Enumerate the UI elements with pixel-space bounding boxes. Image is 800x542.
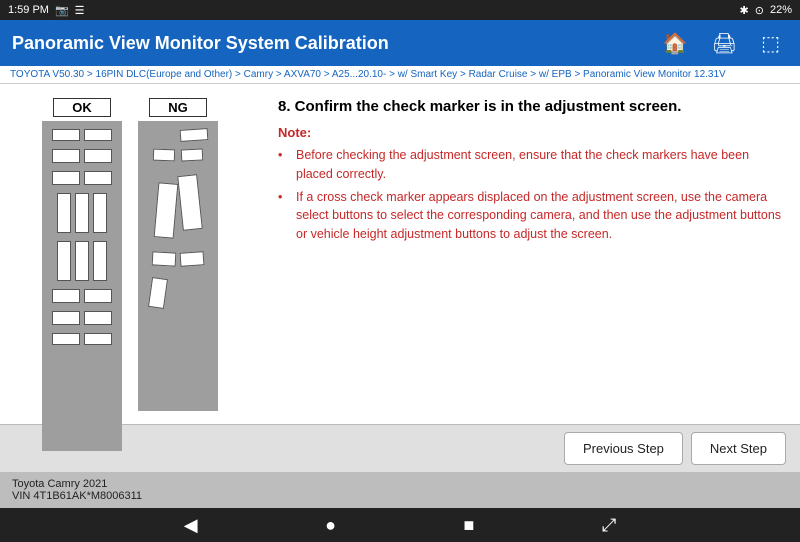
home-nav-button[interactable]: ● (305, 511, 356, 540)
diagram-panel: OK (0, 84, 260, 424)
bluetooth-icon: ✱ (740, 4, 749, 17)
ng-diagram-body (138, 121, 218, 411)
status-bar: 1:59 PM 📷 ☰ ✱ ⊙ 22% (0, 0, 800, 20)
bullet-dot-1: • (278, 146, 292, 165)
ok-diagram-body (42, 121, 122, 451)
battery-text: 22% (770, 4, 792, 16)
bullet-text-1: Before checking the adjustment screen, e… (296, 146, 782, 184)
footer: Toyota Camry 2021 VIN 4T1B61AK*M8006311 (0, 472, 800, 508)
exit-button[interactable]: ⬚ (753, 27, 788, 60)
car-model: Toyota Camry 2021 (12, 478, 142, 490)
breadcrumb: TOYOTA V50.30 > 16PIN DLC(Europe and Oth… (0, 66, 800, 84)
signal-icon: ☰ (75, 4, 85, 17)
header-icons: 🏠 🖨 ⬚ (655, 27, 788, 60)
breadcrumb-text: TOYOTA V50.30 > 16PIN DLC(Europe and Oth… (10, 69, 726, 80)
status-bar-right: ✱ ⊙ 22% (740, 4, 792, 17)
home-button[interactable]: 🏠 (655, 27, 696, 60)
bullet-item-1: • Before checking the adjustment screen,… (278, 146, 782, 184)
recents-button[interactable]: ■ (443, 511, 494, 540)
wifi-icon: ⊙ (755, 4, 764, 17)
bullet-item-2: • If a cross check marker appears displa… (278, 188, 782, 244)
ok-label: OK (53, 98, 111, 117)
bullet-text-2: If a cross check marker appears displace… (296, 188, 782, 244)
status-bar-left: 1:59 PM 📷 ☰ (8, 4, 85, 17)
next-step-button[interactable]: Next Step (691, 432, 786, 465)
ng-diagram: NG (138, 98, 218, 451)
diagram-container: OK (42, 98, 218, 451)
print-button[interactable]: 🖨 (704, 27, 745, 60)
instructions-panel: 8. Confirm the check marker is in the ad… (260, 84, 800, 424)
page-title: Panoramic View Monitor System Calibratio… (12, 33, 389, 54)
time-display: 1:59 PM (8, 4, 49, 16)
bullet-dot-2: • (278, 188, 292, 207)
back-button[interactable]: ◀ (164, 511, 218, 540)
ng-label: NG (149, 98, 207, 117)
note-label: Note: (278, 125, 782, 140)
footer-info: Toyota Camry 2021 VIN 4T1B61AK*M8006311 (12, 478, 142, 502)
ok-diagram: OK (42, 98, 122, 451)
expand-button[interactable]: ⤢ (582, 511, 636, 540)
nav-bar: ◀ ● ■ ⤢ (0, 508, 800, 542)
header: Panoramic View Monitor System Calibratio… (0, 20, 800, 66)
vin-text: VIN 4T1B61AK*M8006311 (12, 490, 142, 502)
previous-step-button[interactable]: Previous Step (564, 432, 683, 465)
main-content: OK (0, 84, 800, 424)
step-title: 8. Confirm the check marker is in the ad… (278, 98, 782, 115)
camera-icon: 📷 (55, 4, 69, 17)
